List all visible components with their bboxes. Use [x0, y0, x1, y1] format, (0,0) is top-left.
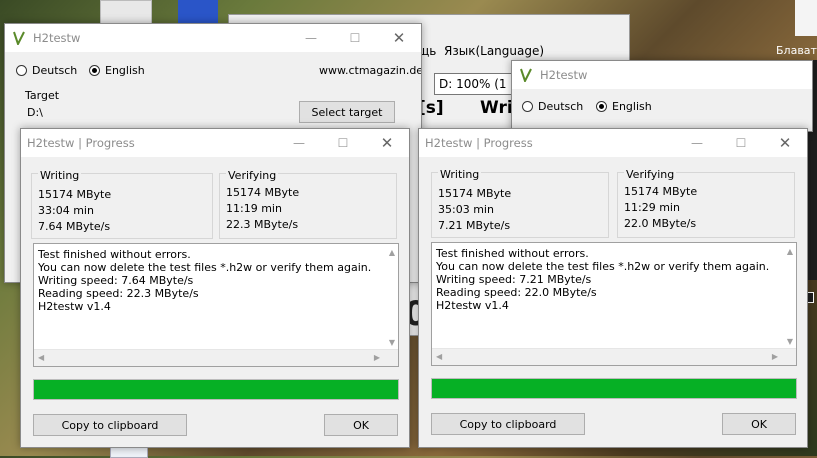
verifying-time: 11:29 min — [624, 201, 680, 214]
writing-label: Writing — [38, 169, 82, 182]
verifying-group: Verifying 15174 MByte 11:19 min 22.3 MBy… — [219, 169, 397, 239]
radio-deutsch[interactable]: Deutsch — [16, 64, 77, 77]
log-line: Writing speed: 7.21 MByte/s — [436, 273, 592, 286]
log-line: Test finished without errors. — [436, 247, 589, 260]
progress-title-bar[interactable]: H2testw | Progress — ☐ ✕ — [21, 129, 409, 157]
verifying-group: Verifying 15174 MByte 11:29 min 22.0 MBy… — [617, 168, 795, 238]
log-line: You can now delete the test files *.h2w … — [38, 261, 372, 274]
verifying-speed: 22.0 MByte/s — [624, 217, 697, 230]
radio-circle-selected[interactable] — [596, 101, 607, 112]
copy-to-clipboard-button[interactable]: Copy to clipboard — [33, 414, 187, 436]
radio-circle[interactable] — [522, 101, 533, 112]
progress-bar — [33, 379, 399, 400]
progress-fill — [432, 379, 796, 398]
result-log[interactable]: Test finished without errors. You can no… — [431, 242, 797, 366]
scroll-up-icon[interactable]: ▲ — [787, 247, 793, 256]
progress-window-right: H2testw | Progress — ☐ ✕ Writing 15174 M… — [418, 128, 808, 448]
h2testw-app-icon — [520, 68, 532, 82]
close-icon[interactable]: ✕ — [365, 129, 409, 157]
radio-circle-selected[interactable] — [89, 65, 100, 76]
second-main-window: H2testw Deutsch English — [511, 60, 813, 132]
verifying-label: Verifying — [226, 169, 279, 182]
window-title: H2testw — [540, 68, 588, 82]
maximize-icon[interactable]: ☐ — [321, 129, 365, 157]
verifying-size: 15174 MByte — [226, 186, 300, 199]
h2testw-app-icon — [13, 31, 25, 45]
writing-time: 35:03 min — [438, 203, 494, 216]
scroll-right-icon[interactable]: ▶ — [374, 353, 380, 362]
log-line: Writing speed: 7.64 MByte/s — [38, 274, 194, 287]
horizontal-scrollbar[interactable]: ◀ ▶ — [432, 348, 796, 365]
scroll-down-icon[interactable]: ▼ — [389, 338, 395, 347]
window-title: H2testw — [33, 31, 81, 45]
scroll-left-icon[interactable]: ◀ — [436, 352, 442, 361]
result-log[interactable]: Test finished without errors. You can no… — [33, 243, 399, 367]
close-icon[interactable]: ✕ — [377, 24, 421, 52]
writing-label: Writing — [438, 168, 482, 181]
maximize-icon[interactable]: ☐ — [333, 24, 377, 52]
verifying-time: 11:19 min — [226, 202, 282, 215]
radio-english[interactable]: English — [596, 100, 652, 113]
progress-fill — [34, 380, 398, 399]
scroll-up-icon[interactable]: ▲ — [389, 248, 395, 257]
verifying-size: 15174 MByte — [624, 185, 698, 198]
writing-size: 15174 MByte — [438, 187, 512, 200]
writing-time: 33:04 min — [38, 204, 94, 217]
writing-speed: 7.64 MByte/s — [38, 220, 111, 233]
radio-label: English — [612, 100, 652, 113]
copy-to-clipboard-button[interactable]: Copy to clipboard — [431, 413, 585, 435]
verifying-speed: 22.3 MByte/s — [226, 218, 299, 231]
window-title: H2testw | Progress — [425, 136, 533, 150]
writing-group: Writing 15174 MByte 33:04 min 7.64 MByte… — [31, 169, 213, 239]
progress-window-left: H2testw | Progress — ☐ ✕ Writing 15174 M… — [20, 128, 410, 448]
close-icon[interactable]: ✕ — [763, 129, 807, 157]
writing-speed: 7.21 MByte/s — [438, 219, 511, 232]
background-big-text-right: Wri — [480, 98, 513, 118]
scroll-left-icon[interactable]: ◀ — [38, 353, 44, 362]
log-line: Reading speed: 22.0 MByte/s — [436, 286, 597, 299]
target-label: Target — [25, 89, 60, 102]
log-line: H2testw v1.4 — [38, 300, 111, 313]
writing-group: Writing 15174 MByte 35:03 min 7.21 MByte… — [431, 168, 609, 238]
scroll-right-icon[interactable]: ▶ — [772, 352, 778, 361]
progress-title-bar[interactable]: H2testw | Progress — ☐ ✕ — [419, 129, 807, 157]
radio-english[interactable]: English — [89, 64, 145, 77]
radio-label: Deutsch — [32, 64, 78, 77]
log-line: Reading speed: 22.3 MByte/s — [38, 287, 199, 300]
minimize-icon[interactable]: — — [289, 24, 333, 52]
radio-deutsch[interactable]: Deutsch — [522, 100, 583, 113]
radio-circle[interactable] — [16, 65, 27, 76]
second-title-bar[interactable]: H2testw — [512, 61, 812, 89]
verifying-label: Verifying — [624, 168, 677, 181]
log-line: Test finished without errors. — [38, 248, 191, 261]
horizontal-scrollbar[interactable]: ◀ ▶ — [34, 349, 398, 366]
select-target-button[interactable]: Select target — [299, 101, 395, 123]
minimize-icon[interactable]: — — [277, 129, 321, 157]
ok-button[interactable]: OK — [722, 413, 796, 435]
desktop-side-label: Блават — [776, 44, 817, 57]
background-status-field: D: 100% (1 — [434, 73, 520, 95]
progress-bar — [431, 378, 797, 399]
background-menu-fragment: щь Язык(Language) — [418, 44, 545, 58]
main-title-bar[interactable]: H2testw — ☐ ✕ — [5, 24, 421, 52]
radio-label: English — [105, 64, 145, 77]
scroll-down-icon[interactable]: ▼ — [787, 337, 793, 346]
ctmagazin-link[interactable]: www.ctmagazin.de — [319, 64, 421, 77]
log-line: H2testw v1.4 — [436, 299, 509, 312]
maximize-icon[interactable]: ☐ — [719, 129, 763, 157]
window-title: H2testw | Progress — [27, 136, 135, 150]
minimize-icon[interactable]: — — [675, 129, 719, 157]
desktop-right-panel — [795, 0, 817, 36]
ok-button[interactable]: OK — [324, 414, 398, 436]
target-value: D:\ — [27, 106, 43, 119]
writing-size: 15174 MByte — [38, 188, 112, 201]
radio-label: Deutsch — [538, 100, 584, 113]
log-line: You can now delete the test files *.h2w … — [436, 260, 770, 273]
